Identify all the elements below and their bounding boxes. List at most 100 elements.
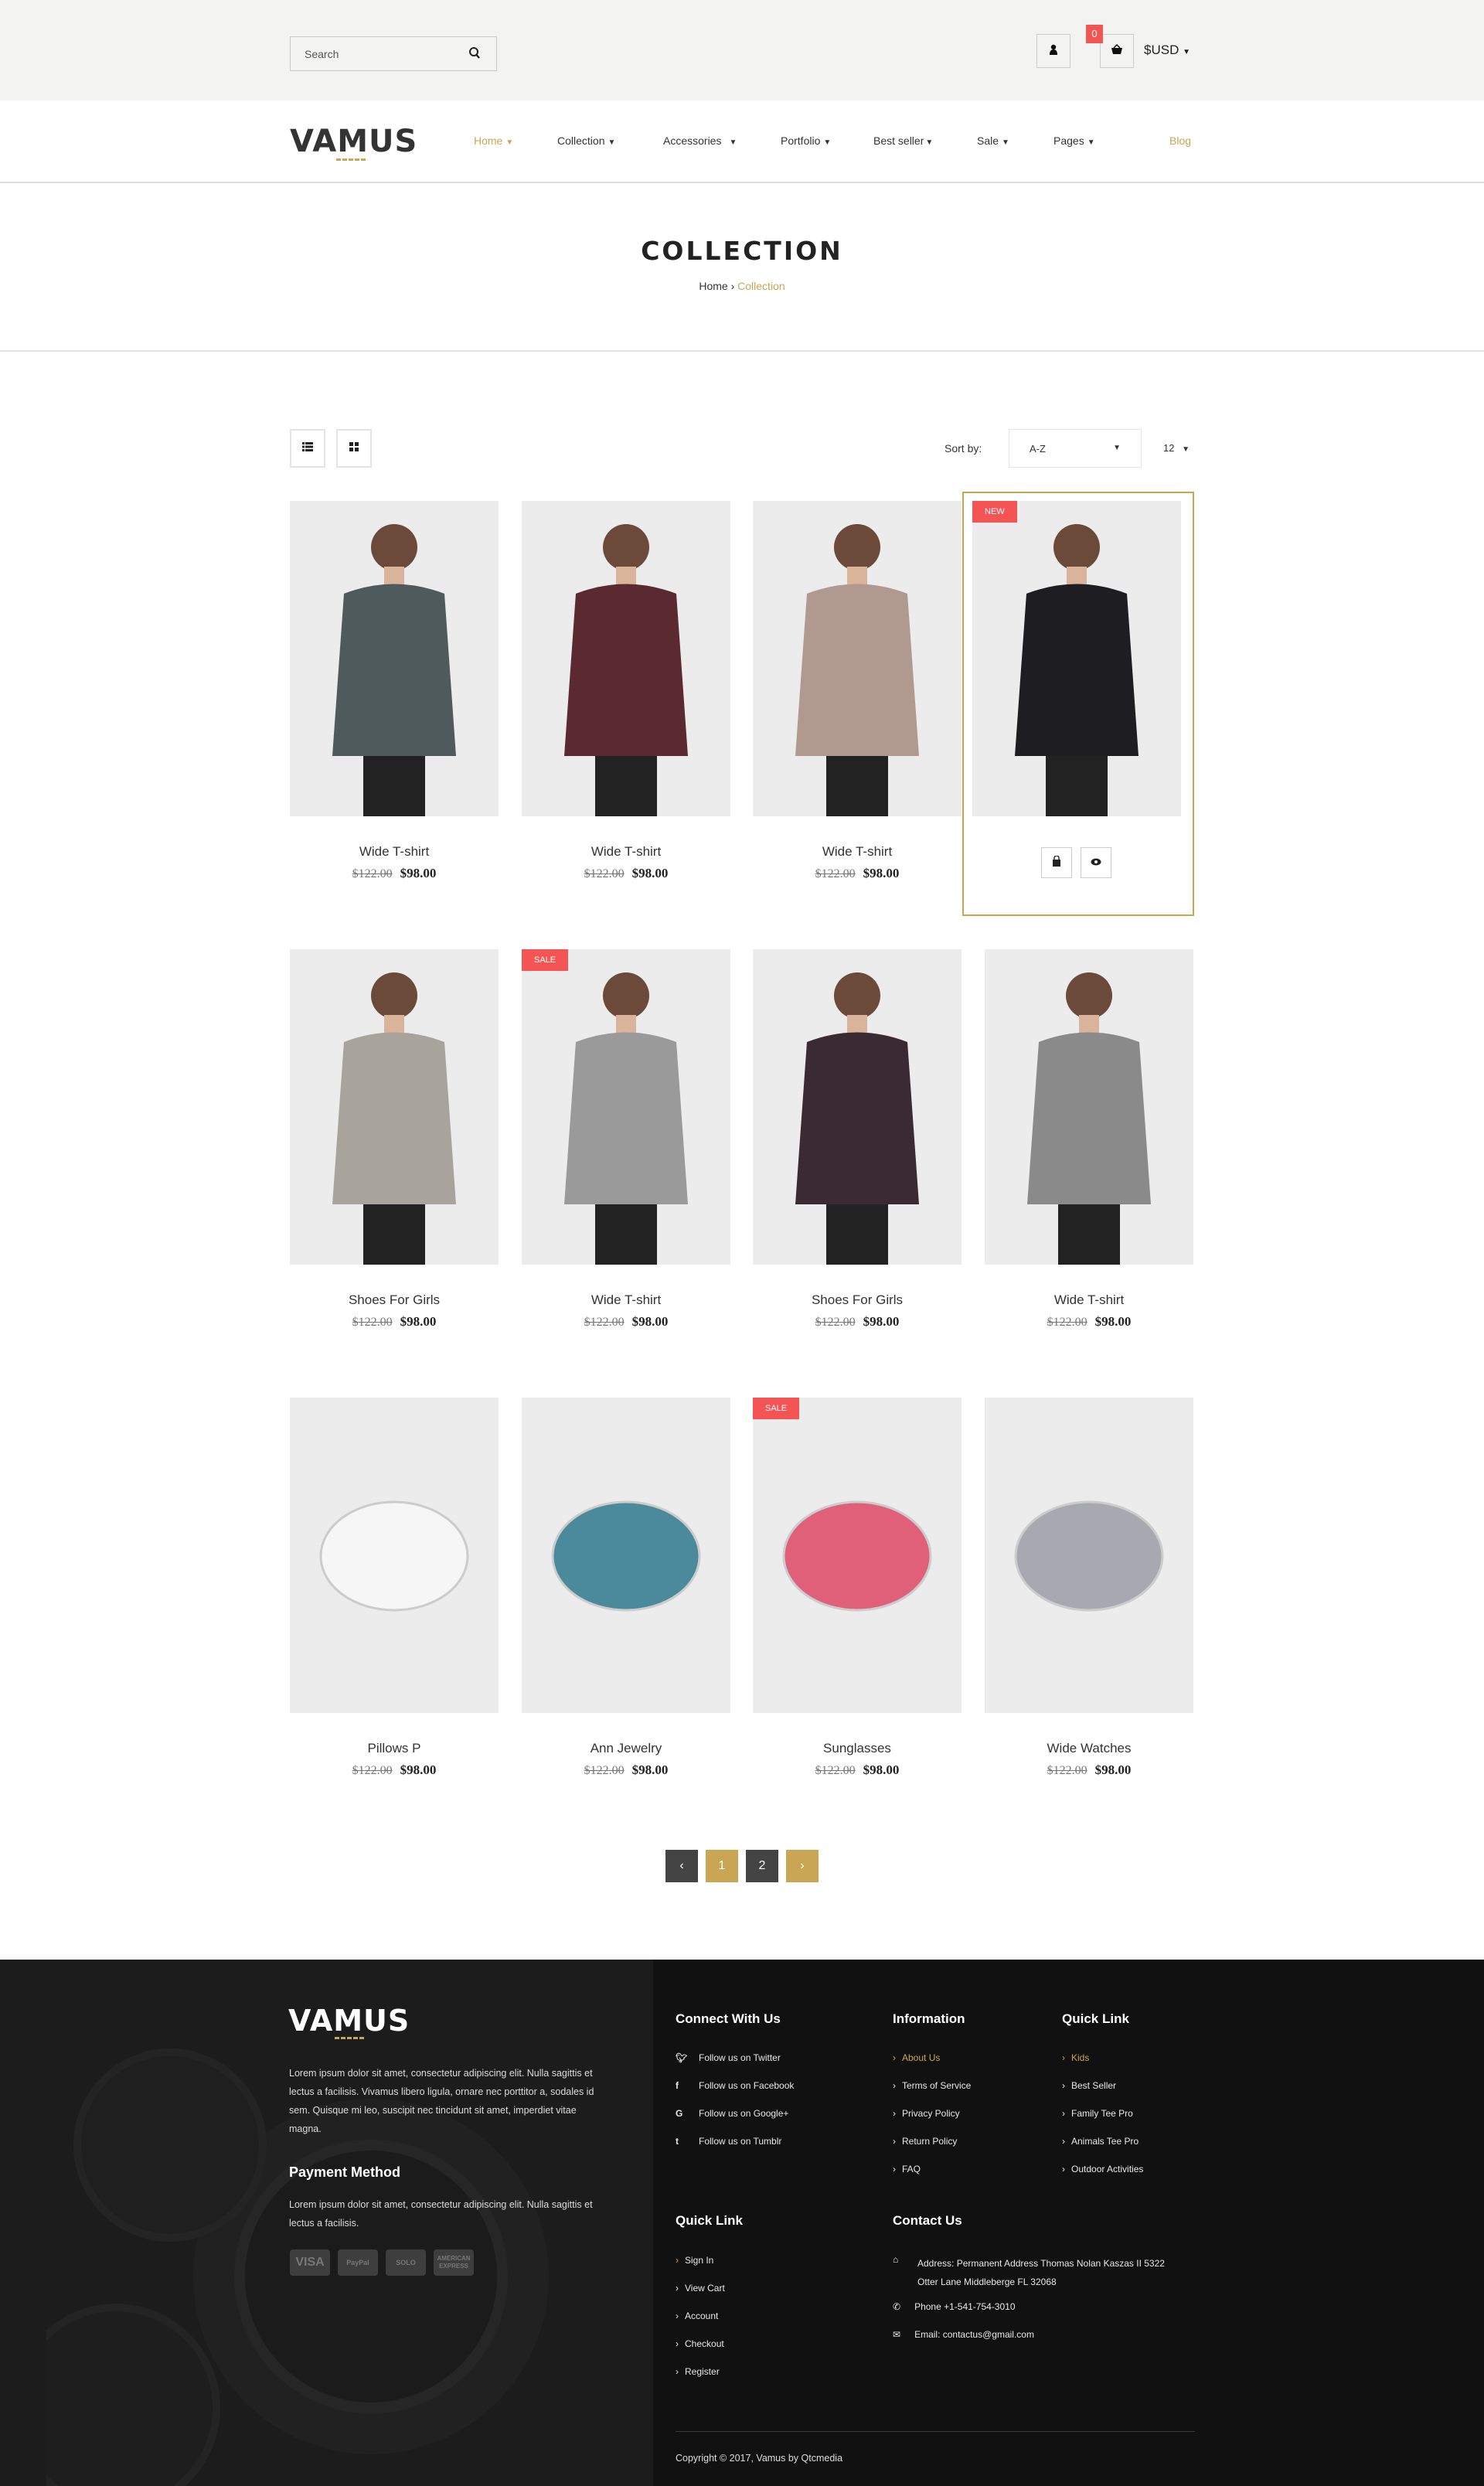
quick-link[interactable]: › Account bbox=[676, 2311, 718, 2321]
social-link[interactable]: t Follow us on Tumblr bbox=[676, 2136, 781, 2147]
add-to-cart-button[interactable] bbox=[1041, 847, 1072, 878]
product-price: $122.00 $98.00 bbox=[522, 1314, 730, 1330]
product-name[interactable]: Wide Watches bbox=[985, 1741, 1193, 1756]
nav-best-seller[interactable]: Best seller ▼ bbox=[873, 135, 933, 147]
product-image[interactable]: SALE bbox=[753, 1398, 962, 1713]
social-link[interactable]: f Follow us on Facebook bbox=[676, 2080, 794, 2091]
nav-label: Collection bbox=[557, 135, 605, 147]
product-name[interactable]: Ann Jewelry bbox=[522, 1741, 730, 1756]
pagination-page-1[interactable]: 1 bbox=[706, 1850, 738, 1882]
old-price: $122.00 bbox=[1047, 1764, 1087, 1777]
nav-collection[interactable]: Collection ▼ bbox=[557, 135, 615, 147]
breadcrumb-home[interactable]: Home bbox=[699, 280, 727, 292]
currency-dropdown[interactable]: $USD ▼ bbox=[1144, 43, 1190, 58]
phone-text: Phone +1-541-754-3010 bbox=[914, 2301, 1016, 2312]
contact-email[interactable]: ✉ Email: contactus@gmail.com bbox=[893, 2329, 1034, 2340]
sale-price: $98.00 bbox=[400, 866, 437, 880]
quick-link-title: Quick Link bbox=[1062, 2011, 1129, 2026]
product-card[interactable]: Pillows P $122.00 $98.00 bbox=[290, 1398, 499, 1778]
info-link[interactable]: › Return Policy bbox=[893, 2136, 957, 2147]
product-name[interactable]: Wide T-shirt bbox=[290, 844, 499, 860]
search-icon[interactable] bbox=[468, 46, 481, 64]
quick-link[interactable]: › Family Tee Pro bbox=[1062, 2108, 1133, 2119]
old-price: $122.00 bbox=[815, 1316, 856, 1329]
product-name[interactable]: Pillows P bbox=[290, 1741, 499, 1756]
caret-down-icon: ▼ bbox=[925, 138, 934, 147]
quick-link[interactable]: › Best Seller bbox=[1062, 2080, 1116, 2091]
grid-view-button[interactable] bbox=[336, 429, 372, 468]
nav-sale[interactable]: Sale ▼ bbox=[977, 135, 1009, 147]
product-card[interactable]: Shoes For Girls $122.00 $98.00 bbox=[290, 949, 499, 1330]
old-price: $122.00 bbox=[815, 867, 856, 880]
product-card-hover-frame[interactable] bbox=[962, 492, 1194, 916]
product-price: $122.00 $98.00 bbox=[522, 1762, 730, 1778]
list-view-button[interactable] bbox=[290, 429, 325, 468]
account-button[interactable] bbox=[1036, 34, 1070, 68]
product-card[interactable]: SALE Sunglasses $122.00 $98.00 bbox=[753, 1398, 962, 1778]
product-card[interactable]: Wide T-shirt $122.00 $98.00 bbox=[522, 501, 730, 881]
quick-view-button[interactable] bbox=[1081, 847, 1111, 878]
nav-portfolio[interactable]: Portfolio ▼ bbox=[781, 135, 831, 147]
product-name[interactable]: Wide T-shirt bbox=[522, 1292, 730, 1308]
product-name[interactable]: Wide T-shirt bbox=[522, 844, 730, 860]
social-link[interactable]: G Follow us on Google+ bbox=[676, 2108, 788, 2119]
search-input[interactable]: Search bbox=[290, 36, 497, 71]
product-card[interactable]: Wide T-shirt $122.00 $98.00 bbox=[985, 949, 1193, 1330]
nav-accessories[interactable]: Accessories ▼ bbox=[663, 135, 737, 147]
product-image[interactable] bbox=[290, 949, 499, 1265]
product-image[interactable] bbox=[522, 501, 730, 816]
product-name[interactable]: Shoes For Girls bbox=[753, 1292, 962, 1308]
product-image[interactable] bbox=[753, 501, 962, 816]
product-image[interactable] bbox=[290, 1398, 499, 1713]
product-image[interactable]: SALE bbox=[522, 949, 730, 1265]
product-image[interactable] bbox=[522, 1398, 730, 1713]
nav-home[interactable]: Home ▼ bbox=[474, 135, 513, 147]
product-name[interactable]: Shoes For Girls bbox=[290, 1292, 499, 1308]
footer-logo[interactable]: VAMUS bbox=[288, 2004, 1484, 2039]
product-card[interactable]: Wide Watches $122.00 $98.00 bbox=[985, 1398, 1193, 1778]
quick-link[interactable]: › Outdoor Activities bbox=[1062, 2164, 1143, 2174]
product-image[interactable] bbox=[985, 949, 1193, 1265]
product-price: $122.00 $98.00 bbox=[290, 866, 499, 881]
product-price: $122.00 $98.00 bbox=[290, 1762, 499, 1778]
quick-link[interactable]: › Kids bbox=[1062, 2052, 1089, 2063]
product-image[interactable] bbox=[753, 949, 962, 1265]
product-card[interactable]: Shoes For Girls $122.00 $98.00 bbox=[753, 949, 962, 1330]
chevron-right-icon: › bbox=[676, 2366, 679, 2377]
quick-link[interactable]: › Checkout bbox=[676, 2338, 724, 2349]
product-name[interactable]: Wide T-shirt bbox=[985, 1292, 1193, 1308]
product-card[interactable]: Wide T-shirt $122.00 $98.00 bbox=[290, 501, 499, 881]
link-label: View Cart bbox=[685, 2283, 725, 2294]
product-card[interactable]: SALE Wide T-shirt $122.00 $98.00 bbox=[522, 949, 730, 1330]
sort-select[interactable]: A-Z ▼ bbox=[1009, 429, 1142, 468]
grid-icon bbox=[349, 441, 359, 455]
info-link[interactable]: › Terms of Service bbox=[893, 2080, 971, 2091]
product-price: $122.00 $98.00 bbox=[985, 1314, 1193, 1330]
info-link[interactable]: › FAQ bbox=[893, 2164, 921, 2174]
contact-title: Contact Us bbox=[893, 2213, 962, 2228]
copyright: Copyright © 2017, Vamus by Qtcmedia bbox=[676, 2453, 843, 2464]
per-page-select[interactable]: 12 ▼ bbox=[1163, 442, 1190, 454]
product-name[interactable]: Wide T-shirt bbox=[753, 844, 962, 860]
link-label: Best Seller bbox=[1071, 2080, 1117, 2091]
caret-down-icon: ▼ bbox=[823, 138, 832, 147]
product-name[interactable]: Sunglasses bbox=[753, 1741, 962, 1756]
pagination-prev[interactable]: ‹ bbox=[665, 1850, 698, 1882]
quick-link[interactable]: › View Cart bbox=[676, 2283, 725, 2294]
product-card[interactable]: Ann Jewelry $122.00 $98.00 bbox=[522, 1398, 730, 1778]
info-link[interactable]: › Privacy Policy bbox=[893, 2108, 960, 2119]
tumblr-icon: t bbox=[676, 2136, 679, 2147]
social-link[interactable]: 🐦︎ Follow us on Twitter bbox=[676, 2052, 781, 2063]
pagination-next[interactable]: › bbox=[786, 1850, 819, 1882]
nav-blog[interactable]: Blog bbox=[1169, 135, 1191, 147]
pagination-page-2[interactable]: 2 bbox=[746, 1850, 778, 1882]
info-link[interactable]: › About Us bbox=[893, 2052, 940, 2063]
quick-link[interactable]: › Sign In bbox=[676, 2255, 713, 2266]
product-image[interactable] bbox=[985, 1398, 1193, 1713]
product-image[interactable] bbox=[290, 501, 499, 816]
nav-pages[interactable]: Pages ▼ bbox=[1053, 135, 1095, 147]
quick-link[interactable]: › Register bbox=[676, 2366, 720, 2377]
cart-button[interactable] bbox=[1100, 34, 1134, 68]
product-card[interactable]: Wide T-shirt $122.00 $98.00 bbox=[753, 501, 962, 881]
quick-link[interactable]: › Animals Tee Pro bbox=[1062, 2136, 1139, 2147]
